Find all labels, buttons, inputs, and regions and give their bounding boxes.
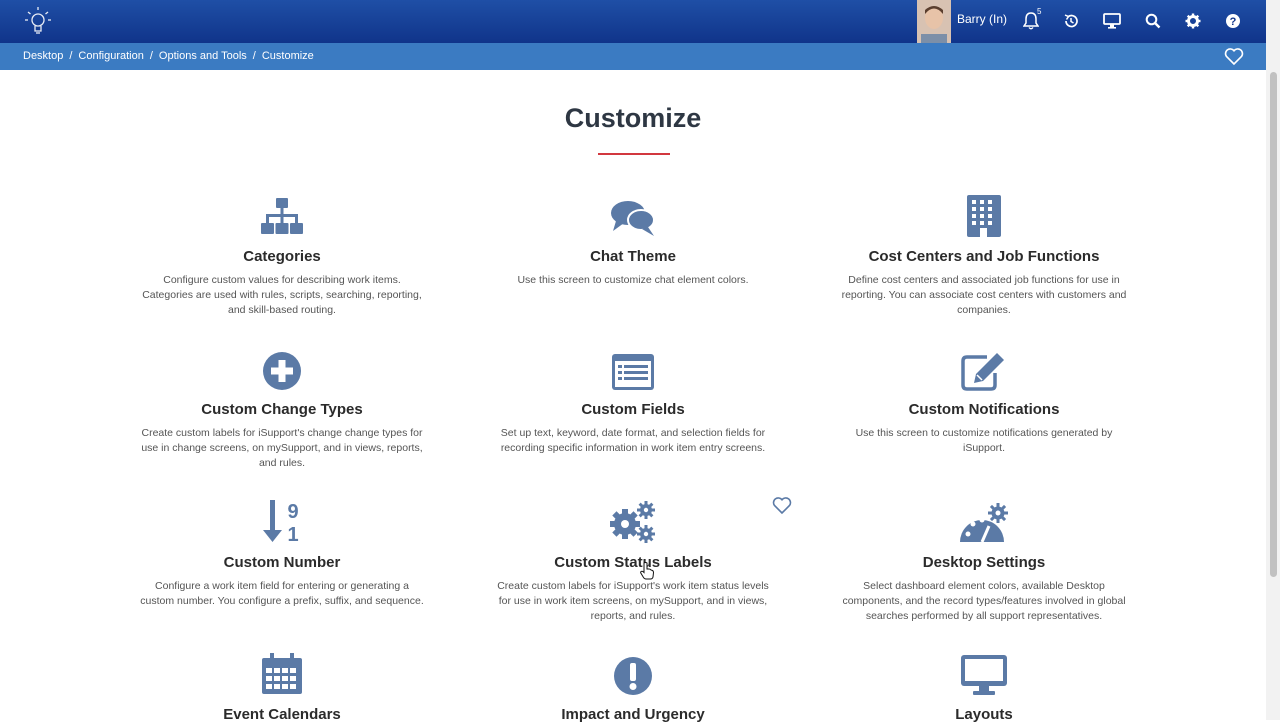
scrollbar-thumb[interactable] [1270, 72, 1277, 577]
search-icon[interactable] [1142, 10, 1164, 32]
breadcrumb-item-configuration[interactable]: Configuration [78, 50, 143, 62]
page-title: Customize [564, 103, 702, 133]
breadcrumb-item-customize: Customize [261, 50, 314, 62]
svg-text:?: ? [1230, 16, 1237, 28]
exclamation-circle-icon [483, 648, 783, 696]
tile-description: Create custom labels for iSupport's work… [497, 580, 769, 622]
tile-description: Set up text, keyword, date format, and s… [500, 427, 766, 454]
svg-text:9: 9 [287, 501, 298, 523]
tile-categories[interactable]: Categories Configure custom values for d… [132, 190, 432, 318]
breadcrumb-separator: / [149, 50, 153, 62]
tile-custom-change-types[interactable]: Custom Change Types Create custom labels… [132, 343, 432, 471]
user-name[interactable]: Barry (In) [957, 12, 1007, 26]
tile-title: Custom Status Labels [554, 554, 712, 571]
tile-title: Custom Change Types [201, 401, 363, 418]
sort-numeric-icon: 91 [132, 496, 432, 544]
tile-title: Layouts [955, 706, 1013, 723]
tile-description: Select dashboard element colors, availab… [842, 580, 1126, 622]
calendar-icon [132, 648, 432, 696]
tile-custom-status-labels[interactable]: Custom Status Labels Create custom label… [483, 496, 783, 624]
plus-circle-icon [132, 343, 432, 391]
tile-custom-fields[interactable]: Custom Fields Set up text, keyword, date… [483, 343, 783, 456]
tile-title: Chat Theme [590, 248, 676, 265]
monitor-icon [834, 648, 1134, 696]
title-divider [598, 153, 670, 155]
svg-text:1: 1 [287, 524, 298, 544]
tile-description: Configure a work item field for entering… [140, 580, 424, 607]
tile-event-calendars[interactable]: Event Calendars [132, 648, 432, 723]
help-icon[interactable]: ? [1222, 10, 1244, 32]
monitor-icon[interactable] [1101, 10, 1123, 32]
list-form-icon [483, 343, 783, 391]
tile-layouts[interactable]: Layouts [834, 648, 1134, 723]
notification-count: 5 [1037, 7, 1042, 16]
building-icon [834, 190, 1134, 238]
tile-title: Categories [243, 248, 321, 265]
avatar[interactable] [917, 0, 951, 43]
breadcrumb-item-desktop[interactable]: Desktop [23, 50, 63, 62]
tile-title: Event Calendars [223, 706, 341, 723]
favorite-heart-icon[interactable] [1224, 47, 1244, 66]
favorite-heart-icon[interactable] [772, 496, 792, 515]
tile-description: Use this screen to customize chat elemen… [517, 274, 749, 286]
tile-desktop-settings[interactable]: Desktop Settings Select dashboard elemen… [834, 496, 1134, 624]
breadcrumb-separator: / [252, 50, 256, 62]
tile-title: Cost Centers and Job Functions [868, 248, 1100, 265]
hand-cursor-icon [640, 562, 655, 580]
chat-bubbles-icon [483, 190, 783, 238]
history-icon[interactable] [1060, 10, 1082, 32]
tile-description: Define cost centers and associated job f… [841, 274, 1127, 316]
tile-title: Custom Number [223, 554, 341, 571]
tile-description: Use this screen to customize notificatio… [855, 427, 1113, 454]
tile-description: Create custom labels for iSupport's chan… [141, 427, 423, 469]
tile-chat-theme[interactable]: Chat Theme Use this screen to customize … [483, 190, 783, 288]
gears-icon [483, 496, 783, 544]
tile-title: Custom Fields [581, 401, 685, 418]
top-header: Barry (In) 5 ? [0, 0, 1266, 43]
tile-description: Configure custom values for describing w… [142, 274, 422, 316]
tile-title: Desktop Settings [922, 554, 1046, 571]
edit-note-icon [834, 343, 1134, 391]
tile-custom-notifications[interactable]: Custom Notifications Use this screen to … [834, 343, 1134, 456]
lightbulb-logo-icon[interactable] [22, 4, 54, 38]
breadcrumb-separator: / [69, 50, 73, 62]
tile-title: Impact and Urgency [561, 706, 705, 723]
breadcrumb-item-options-and-tools[interactable]: Options and Tools [159, 50, 247, 62]
tile-impact-and-urgency[interactable]: Impact and Urgency [483, 648, 783, 723]
breadcrumb: Desktop / Configuration / Options and Tools /… [23, 50, 314, 62]
sitemap-icon [132, 190, 432, 238]
gear-icon[interactable] [1182, 10, 1204, 32]
dashboard-gear-icon [834, 496, 1134, 544]
tile-title: Custom Notifications [908, 401, 1060, 418]
tile-cost-centers-and-job-functions[interactable]: Cost Centers and Job Functions Define co… [834, 190, 1134, 318]
breadcrumb-bar: Desktop / Configuration / Options and Tools /… [0, 43, 1266, 70]
tile-custom-number[interactable]: 91 Custom Number Configure a work item f… [132, 496, 432, 609]
